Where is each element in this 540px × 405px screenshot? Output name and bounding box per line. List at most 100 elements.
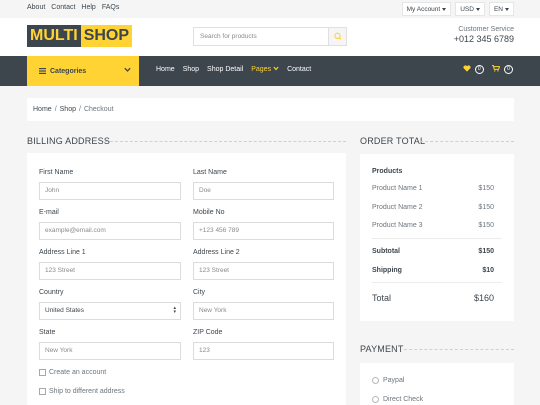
wishlist-count: 0 bbox=[474, 65, 484, 75]
nav-pages-label: Pages bbox=[251, 66, 272, 73]
order-title: ORDER TOTAL bbox=[360, 136, 426, 146]
order-item-name: Product Name 3 bbox=[372, 222, 423, 229]
categories-toggle[interactable]: Categories bbox=[27, 56, 139, 86]
customer-service-label: Customer Service bbox=[458, 26, 514, 33]
site-logo[interactable]: MULTI SHOP bbox=[27, 25, 133, 47]
order-item-name: Product Name 1 bbox=[372, 185, 423, 192]
total-label: Total bbox=[372, 293, 392, 303]
caret-down-icon bbox=[442, 7, 447, 11]
nav-shop-detail[interactable]: Shop Detail bbox=[207, 66, 243, 73]
payment-title: PAYMENT bbox=[360, 344, 404, 354]
search-button[interactable] bbox=[328, 28, 346, 45]
categories-label: Categories bbox=[50, 67, 87, 75]
chevron-down-icon bbox=[124, 67, 131, 72]
paypal-radio[interactable] bbox=[372, 377, 379, 384]
chevron-down-icon bbox=[273, 66, 279, 71]
nav-home[interactable]: Home bbox=[156, 66, 175, 73]
order-item-price: $150 bbox=[478, 204, 494, 211]
heart-icon bbox=[463, 65, 471, 72]
first-name-input[interactable]: John bbox=[39, 182, 181, 200]
zip-label: ZIP Code bbox=[193, 329, 223, 336]
faqs-link[interactable]: FAQs bbox=[102, 4, 120, 11]
top-dropdowns: My Account USD EN bbox=[401, 2, 514, 16]
address-line-1-input[interactable]: 123 Street bbox=[39, 262, 181, 280]
contact-link[interactable]: Contact bbox=[51, 4, 75, 11]
state-input[interactable]: New York bbox=[39, 342, 181, 360]
my-account-dropdown[interactable]: My Account bbox=[401, 2, 452, 16]
menu-icon bbox=[39, 68, 46, 74]
country-value: United States bbox=[45, 307, 85, 314]
language-label: EN bbox=[493, 5, 503, 13]
nav-pages[interactable]: Pages bbox=[251, 66, 279, 73]
shipping-row: Shipping $10 bbox=[372, 267, 494, 274]
cart-count: 0 bbox=[504, 65, 513, 75]
address-line-2-label: Address Line 2 bbox=[193, 249, 240, 256]
total-value: $160 bbox=[473, 293, 494, 303]
order-total-card: Products Product Name 1 $150 Product Nam… bbox=[360, 154, 514, 321]
about-link[interactable]: About bbox=[27, 4, 45, 11]
create-account-label: Create an account bbox=[49, 369, 107, 376]
main-navbar: Categories Home Shop Shop Detail Pages C… bbox=[0, 56, 540, 86]
billing-title-rule bbox=[105, 141, 346, 142]
city-input[interactable]: New York bbox=[193, 302, 334, 320]
state-label: State bbox=[39, 329, 56, 336]
create-account-checkbox[interactable] bbox=[39, 369, 46, 376]
address-line-2-input[interactable]: 123 Street bbox=[193, 262, 334, 280]
breadcrumb-shop[interactable]: Shop bbox=[60, 106, 76, 113]
select-arrows-icon: ▴ ▾ bbox=[173, 305, 176, 315]
customer-service: Customer Service +012 345 6789 bbox=[454, 26, 514, 44]
breadcrumb-checkout: Checkout bbox=[83, 106, 114, 113]
order-divider bbox=[372, 238, 502, 239]
help-link[interactable]: Help bbox=[81, 4, 95, 11]
nav-contact[interactable]: Contact bbox=[287, 66, 311, 73]
top-bar: About Contact Help FAQs My Account USD E… bbox=[0, 0, 540, 18]
customer-service-phone: +012 345 6789 bbox=[453, 34, 514, 44]
nav-icons: 0 0 bbox=[463, 65, 513, 75]
city-label: City bbox=[193, 289, 206, 296]
cart-icon bbox=[491, 65, 500, 72]
logo-part-multi: MULTI bbox=[27, 25, 81, 47]
currency-dropdown[interactable]: USD bbox=[455, 2, 485, 16]
billing-title: BILLING ADDRESS bbox=[27, 136, 111, 146]
cart-button[interactable]: 0 bbox=[491, 65, 513, 75]
logo-part-shop: SHOP bbox=[80, 25, 133, 47]
first-name-label: First Name bbox=[39, 169, 74, 176]
order-item-price: $150 bbox=[478, 222, 494, 229]
caret-down-icon bbox=[505, 7, 509, 11]
search-icon bbox=[334, 32, 342, 40]
language-dropdown[interactable]: EN bbox=[488, 2, 514, 16]
top-links: About Contact Help FAQs bbox=[27, 4, 119, 11]
order-item-row: Product Name 3 $150 bbox=[372, 222, 494, 229]
mobile-label: Mobile No bbox=[193, 209, 225, 216]
subtotal-label: Subtotal bbox=[372, 248, 400, 255]
mobile-input[interactable]: +123 456 789 bbox=[193, 222, 334, 240]
country-label: Country bbox=[39, 289, 64, 296]
direct-check-radio[interactable] bbox=[372, 396, 379, 403]
zip-input[interactable]: 123 bbox=[193, 342, 334, 360]
products-heading: Products bbox=[372, 168, 403, 175]
ship-different-label: Ship to different address bbox=[49, 388, 125, 395]
last-name-input[interactable]: Doe bbox=[193, 182, 334, 200]
address-line-1-label: Address Line 1 bbox=[39, 249, 86, 256]
breadcrumb-home[interactable]: Home bbox=[33, 106, 52, 113]
total-row: Total $160 bbox=[372, 293, 494, 303]
wishlist-button[interactable]: 0 bbox=[463, 65, 484, 75]
last-name-label: Last Name bbox=[193, 169, 227, 176]
email-input[interactable]: example@email.com bbox=[39, 222, 181, 240]
search-input[interactable]: Search for products bbox=[200, 33, 257, 40]
email-label: E-mail bbox=[39, 209, 59, 216]
order-item-row: Product Name 1 $150 bbox=[372, 185, 494, 192]
billing-form: First Name John Last Name Doe E-mail exa… bbox=[27, 153, 346, 405]
breadcrumb-separator: / bbox=[54, 106, 57, 113]
currency-label: USD bbox=[460, 5, 474, 13]
country-select[interactable]: United States ▴ ▾ bbox=[39, 302, 181, 320]
shipping-label: Shipping bbox=[372, 267, 402, 274]
subtotal-row: Subtotal $150 bbox=[372, 248, 494, 255]
nav-shop[interactable]: Shop bbox=[183, 66, 199, 73]
order-item-name: Product Name 2 bbox=[372, 204, 423, 211]
shipping-value: $10 bbox=[482, 267, 494, 274]
order-item-price: $150 bbox=[478, 185, 494, 192]
breadcrumb: Home / Shop / Checkout bbox=[27, 98, 514, 121]
ship-different-checkbox[interactable] bbox=[39, 388, 46, 395]
order-divider bbox=[372, 282, 502, 283]
